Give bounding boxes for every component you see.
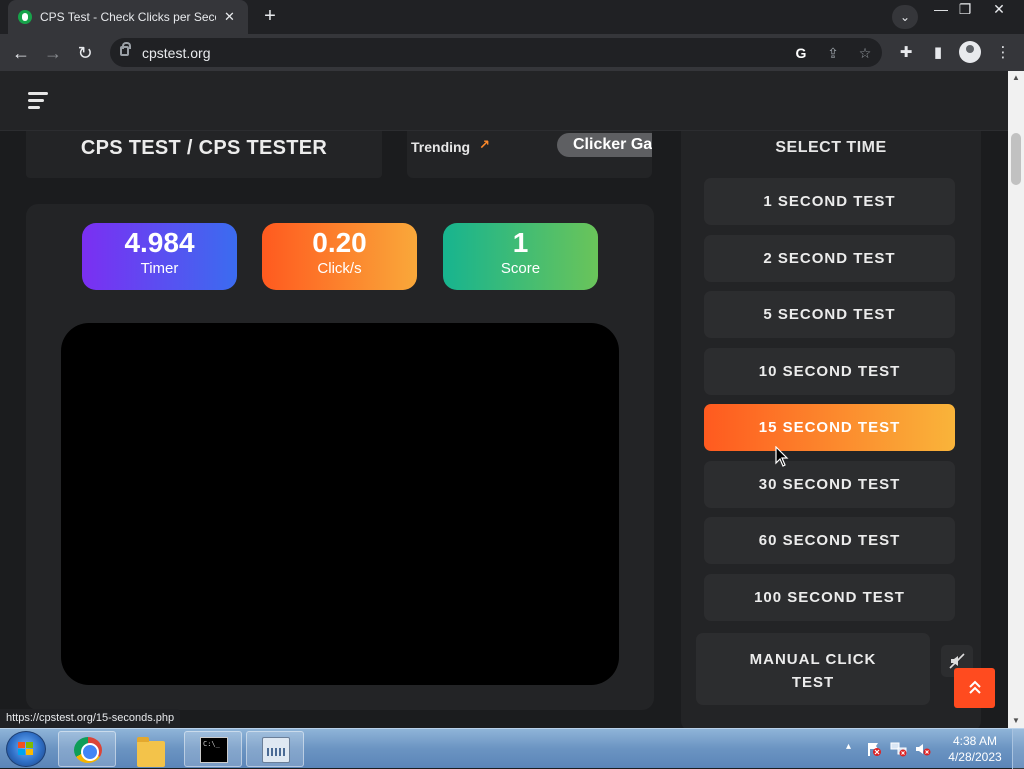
test-15-second-button[interactable]: 15 SECOND TEST [704,404,955,451]
tab-close-icon[interactable]: ✕ [224,9,235,25]
show-desktop-button[interactable] [1012,729,1024,769]
page-scrollbar[interactable]: ▲ ▼ [1008,71,1024,728]
select-time-panel: SELECT TIME 1 SECOND TEST 2 SECOND TEST … [681,131,981,728]
browser-tab[interactable]: CPS Test - Check Clicks per Second ✕ [8,0,248,34]
browser-toolbar: ← → ↻ cpstest.org G ⇪ ☆ ✚ ▮ ⋮ [0,34,1024,71]
folder-icon [137,737,165,767]
lock-icon[interactable] [120,42,131,56]
timer-label: Timer [140,260,179,277]
hamburger-menu-icon[interactable] [28,92,48,110]
show-hidden-icons-arrow[interactable]: ▴ [846,741,851,752]
test-1-second-button[interactable]: 1 SECOND TEST [704,178,955,225]
site-favicon-icon [18,10,32,24]
bookmark-star-icon[interactable]: ☆ [854,42,876,64]
extensions-icon[interactable]: ✚ [893,40,919,66]
test-30-second-button[interactable]: 30 SECOND TEST [704,461,955,508]
system-clock[interactable]: 4:38 AM 4/28/2023 [942,733,1008,765]
test-2-second-button[interactable]: 2 SECOND TEST [704,235,955,282]
timer-stat: 4.984 Timer [82,223,237,290]
close-window-button[interactable]: ✕ [984,0,1014,20]
taskbar-command-prompt[interactable]: C:\_ [184,731,242,767]
trending-label: Trending [411,139,471,155]
command-prompt-icon: C:\_ [200,737,228,763]
new-tab-button[interactable]: + [258,5,282,29]
click-area[interactable] [61,323,619,685]
scroll-up-arrow-icon[interactable]: ▲ [1011,73,1021,83]
reload-button[interactable]: ↻ [72,40,98,66]
chrome-menu-icon[interactable]: ⋮ [990,40,1016,66]
clock-date: 4/28/2023 [948,750,1002,764]
status-bar-url: https://cpstest.org/15-seconds.php [0,709,181,728]
game-card: 4.984 Timer 0.20 Click/s 1 Score [26,204,654,710]
score-value: 1 [512,227,529,258]
title-card: CPS TEST / CPS TESTER [26,131,382,178]
clock-time: 4:38 AM [952,734,998,748]
windows-taskbar: C:\_ ▴ 4:38 AM 4/28/2023 [0,728,1024,769]
test-60-second-button[interactable]: 60 SECOND TEST [704,517,955,564]
trending-item-link[interactable]: Clicker Game [557,133,652,157]
back-button[interactable]: ← [8,40,34,66]
google-lens-icon[interactable]: G [790,42,812,64]
clicks-per-second-value: 0.20 [312,227,367,258]
volume-muted-icon[interactable] [914,741,932,757]
test-100-second-button[interactable]: 100 SECOND TEST [704,574,955,621]
test-5-second-button[interactable]: 5 SECOND TEST [704,291,955,338]
timer-value: 4.984 [124,227,195,258]
address-url[interactable]: cpstest.org [142,45,210,61]
restore-button[interactable]: ❐ [950,0,980,20]
clicks-per-second-stat: 0.20 Click/s [262,223,417,290]
trending-arrow-icon: ↗ [479,137,490,152]
manual-click-line2: TEST [791,674,835,691]
windows-logo-icon [18,742,34,756]
taskbar-chrome[interactable] [58,731,116,767]
mouse-cursor-icon [775,446,789,467]
page-viewport: CPS TEST / CPS TESTER Trending ↗ Clicker… [0,71,1008,728]
site-header [0,71,1008,131]
test-10-second-button[interactable]: 10 SECOND TEST [704,348,955,395]
scroll-to-top-button[interactable] [954,668,995,708]
manual-click-line1: MANUAL CLICK [749,651,877,668]
taskbar-file-explorer[interactable] [121,731,179,767]
chrome-icon [74,737,102,763]
taskbar-on-screen-keyboard[interactable] [246,731,304,767]
score-label: Score [500,260,541,277]
address-bar[interactable]: cpstest.org G ⇪ ☆ [110,38,882,67]
tab-title: CPS Test - Check Clicks per Second [40,10,216,24]
double-chevron-up-icon [968,680,981,694]
keyboard-icon [262,737,290,763]
clicks-per-second-label: Click/s [317,260,362,277]
network-icon[interactable] [890,741,908,757]
side-panel-icon[interactable]: ▮ [925,40,951,66]
select-time-heading: SELECT TIME [775,139,887,156]
page-title: CPS TEST / CPS TESTER [80,137,328,159]
profile-avatar[interactable] [959,41,981,63]
browser-tab-strip: CPS Test - Check Clicks per Second ✕ + ⌄… [0,0,1024,34]
tab-search-button[interactable]: ⌄ [892,5,918,29]
trending-card: Trending ↗ Clicker Game [407,131,652,178]
scroll-down-arrow-icon[interactable]: ▼ [1011,716,1021,726]
action-center-flag-icon[interactable] [866,741,882,757]
share-icon[interactable]: ⇪ [822,42,844,64]
forward-button[interactable]: → [40,40,66,66]
score-stat: 1 Score [443,223,598,290]
scrollbar-thumb[interactable] [1011,133,1021,185]
start-button[interactable] [6,731,46,767]
manual-click-test-button[interactable]: MANUAL CLICK TEST [696,633,930,705]
